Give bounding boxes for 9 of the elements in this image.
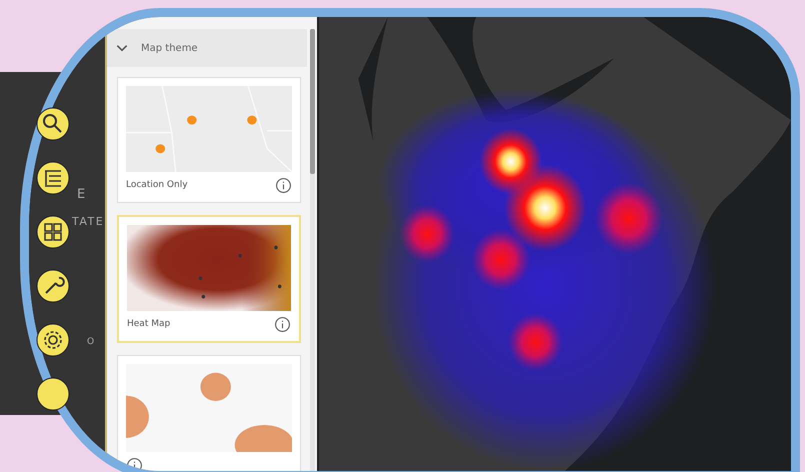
theme-card[interactable]: Location Only xyxy=(117,77,301,203)
theme-card[interactable]: Heat Map xyxy=(117,215,301,343)
section-header[interactable]: Map theme xyxy=(107,29,307,67)
section-title: Map theme xyxy=(141,42,198,54)
theme-label: Heat Map xyxy=(127,319,170,329)
sidebar-text: TATE xyxy=(72,215,104,228)
theme-label: Location Only xyxy=(126,180,188,190)
sidebar-text: E xyxy=(77,187,87,202)
sidebar-text: O xyxy=(87,337,96,347)
